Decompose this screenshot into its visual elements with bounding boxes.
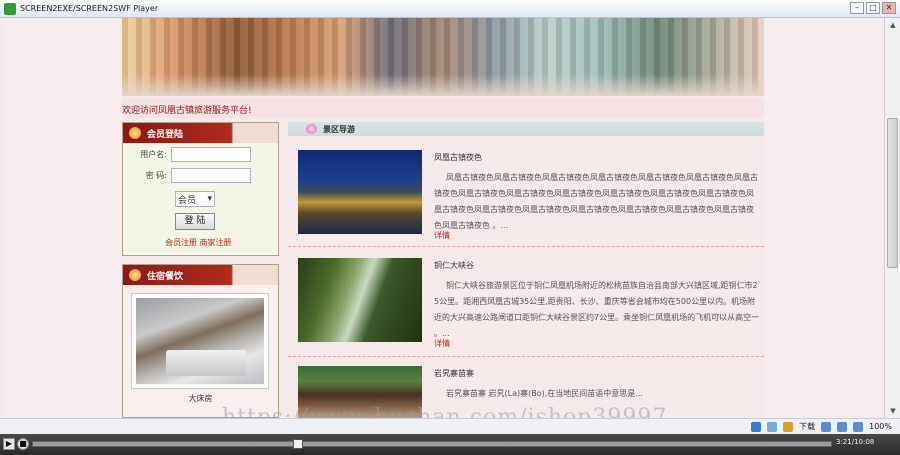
- zoom-icon[interactable]: [853, 421, 864, 432]
- welcome-bar: 欢迎访问凤凰古镇旅游服务平台!: [122, 98, 764, 118]
- player-control-bar: ▶ ■ 3:21/10:08: [0, 434, 900, 455]
- welcome-text: 欢迎访问凤凰古镇旅游服务平台!: [122, 106, 252, 116]
- username-input[interactable]: [171, 147, 251, 162]
- accommodation-panel-header: 住宿餐饮: [123, 265, 278, 285]
- accommodation-panel: 住宿餐饮 大床房: [122, 264, 279, 418]
- spot-description: 岩旯寨苗寨 岩旯(La)寨(Bo),在当地民间苗语中意思是...: [446, 389, 643, 398]
- spot-details-link[interactable]: 详情: [434, 230, 450, 241]
- spot-title[interactable]: 凤凰古镇夜色: [434, 152, 482, 163]
- download-label[interactable]: 下载: [799, 421, 815, 432]
- vertical-scrollbar[interactable]: ▲ ▼: [884, 18, 900, 418]
- tools-icon[interactable]: [821, 421, 832, 432]
- room-photo[interactable]: [136, 298, 264, 384]
- minimize-button[interactable]: –: [850, 2, 864, 14]
- spot-photo[interactable]: [298, 150, 422, 234]
- bed-shape: [166, 350, 246, 376]
- zoom-level[interactable]: 100%: [869, 422, 892, 431]
- register-links[interactable]: 会员注册 商家注册: [165, 237, 232, 248]
- page-icon[interactable]: [837, 421, 848, 432]
- room-photo-frame[interactable]: [131, 293, 269, 389]
- window-title: SCREEN2EXE/SCREEN2SWF Player: [20, 4, 159, 13]
- browser-statusbar: 下载 100%: [0, 418, 900, 434]
- spot-description: 铜仁大峡谷旅游景区位于铜仁凤凰机场附近的松桃苗族自治县南部大兴镇区域,距铜仁市2…: [434, 281, 760, 338]
- spot-photo[interactable]: [298, 258, 422, 342]
- download-icon[interactable]: [783, 421, 794, 432]
- login-button[interactable]: 登 陆: [175, 213, 215, 230]
- banner-river-image: [122, 74, 764, 96]
- play-button[interactable]: ▶: [3, 438, 15, 450]
- spot-item: 铜仁大峡谷 铜仁大峡谷旅游景区位于铜仁凤凰机场附近的松桃苗族自治县南部大兴镇区域…: [288, 254, 764, 357]
- spot-title[interactable]: 岩旯寨苗寨: [434, 368, 474, 379]
- room-caption[interactable]: 大床房: [123, 393, 278, 404]
- login-panel-title: 会员登陆: [147, 129, 184, 140]
- login-panel-header: 会员登陆: [123, 123, 278, 143]
- spot-description: 凤凰古镇夜色凤凰古镇夜色凤凰古镇夜色凤凰古镇夜色凤凰古镇夜色凤凰古镇夜色凤凰古镇…: [434, 173, 758, 230]
- dropdown-arrow-icon: ▾: [207, 194, 212, 204]
- spot-details-link[interactable]: 详情: [434, 338, 450, 349]
- timeline-knob[interactable]: [293, 439, 303, 449]
- orb-icon: [129, 269, 141, 281]
- security-icon: [751, 421, 762, 432]
- role-select[interactable]: 会员 ▾: [175, 191, 215, 207]
- flower-icon: [306, 124, 317, 134]
- playback-time: 3:21/10:08: [836, 438, 875, 446]
- password-input[interactable]: [171, 168, 251, 183]
- orb-icon: [129, 127, 141, 139]
- scroll-down-icon[interactable]: ▼: [885, 404, 900, 418]
- window-titlebar: SCREEN2EXE/SCREEN2SWF Player – □ ✕: [0, 0, 900, 18]
- maximize-button[interactable]: □: [866, 2, 880, 14]
- playback-timeline[interactable]: [32, 439, 832, 449]
- member-login-panel: 会员登陆 用户名: 密 码: 会员 ▾ 登 陆 会员注册 商家注册: [122, 122, 279, 256]
- header-banner: [122, 18, 764, 96]
- divider: [288, 246, 764, 247]
- scenic-guide-title: 景区导游: [323, 124, 355, 134]
- page-viewport: 欢迎访问凤凰古镇旅游服务平台! 会员登陆 用户名: 密 码: 会员 ▾ 登 陆 …: [4, 18, 884, 418]
- accommodation-panel-title: 住宿餐饮: [147, 271, 184, 282]
- spot-item: 凤凰古镇夜色 凤凰古镇夜色凤凰古镇夜色凤凰古镇夜色凤凰古镇夜色凤凰古镇夜色凤凰古…: [288, 146, 764, 247]
- page-left-margin: [4, 18, 122, 418]
- spot-title[interactable]: 铜仁大峡谷: [434, 260, 474, 271]
- close-button[interactable]: ✕: [882, 2, 896, 14]
- page-right-margin: [764, 18, 884, 418]
- app-icon: [4, 2, 16, 15]
- scenic-guide-header: 景区导游: [288, 122, 764, 136]
- username-label: 用户名:: [140, 150, 167, 159]
- scrollbar-thumb[interactable]: [887, 118, 898, 268]
- window-controls: – □ ✕: [850, 2, 896, 14]
- password-label: 密 码:: [145, 171, 167, 180]
- password-row: 密 码:: [125, 168, 251, 183]
- divider: [288, 356, 764, 357]
- watermark-text: https://www.huzhan.com/ishop39997: [222, 405, 668, 418]
- network-icon: [767, 421, 778, 432]
- username-row: 用户名:: [125, 147, 251, 162]
- scroll-up-icon[interactable]: ▲: [885, 18, 900, 32]
- stop-button[interactable]: ■: [17, 438, 29, 450]
- role-select-value: 会员: [178, 195, 197, 206]
